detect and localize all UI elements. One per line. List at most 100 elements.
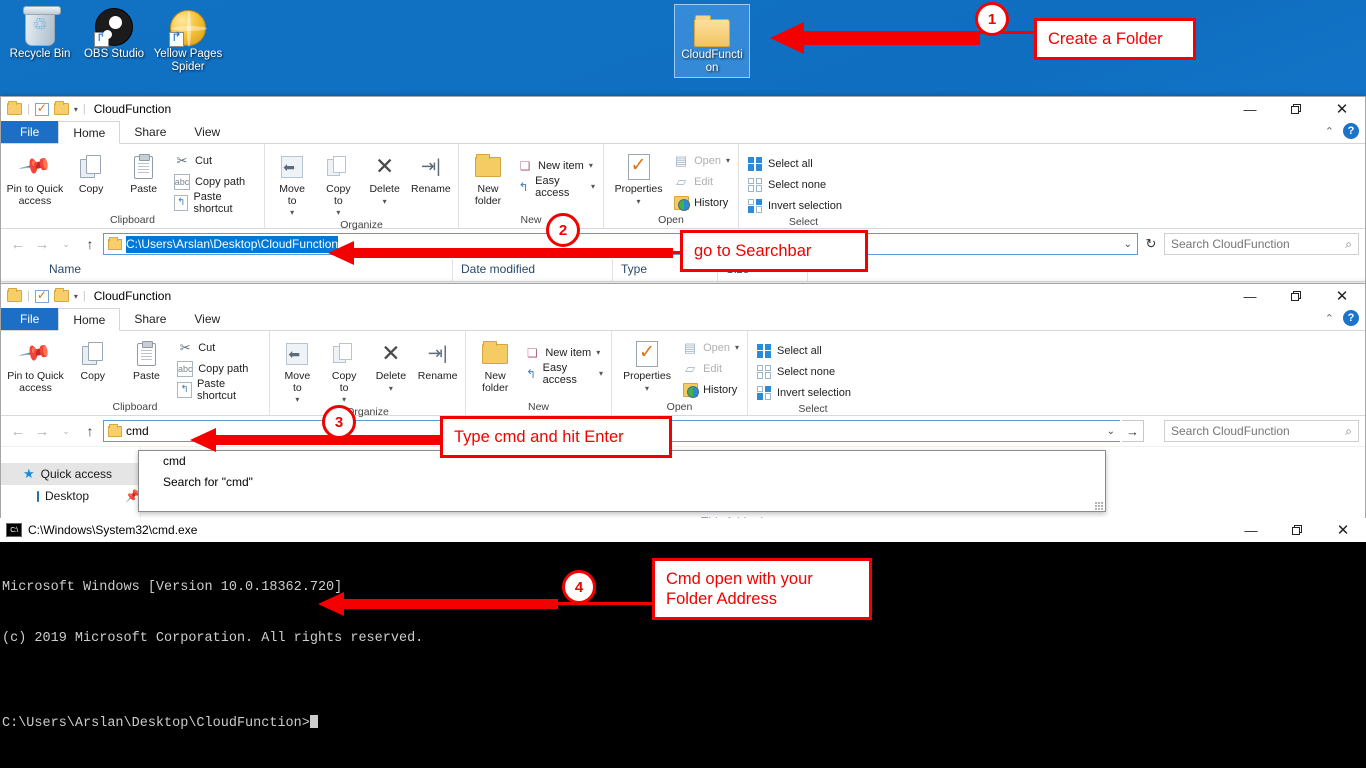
cmd-titlebar[interactable]: C:\ C:\Windows\System32\cmd.exe — ✕	[0, 518, 1366, 542]
chevron-down-icon[interactable]: ▾	[362, 196, 408, 208]
rename-button[interactable]: ⇥| Rename	[408, 147, 454, 196]
navpane-item-desktop[interactable]: Desktop 📌	[1, 485, 140, 507]
tab-view[interactable]: View	[180, 121, 234, 143]
chevron-down-icon[interactable]: ▾	[726, 156, 730, 165]
chevron-down-icon[interactable]: ▾	[74, 292, 78, 301]
recent-locations-button[interactable]: ⌄	[55, 239, 77, 250]
chevron-down-icon[interactable]: ▾	[591, 182, 595, 191]
edit-button[interactable]: ▱ Edit	[669, 171, 734, 192]
collapse-ribbon-icon[interactable]: ⌃	[1325, 312, 1334, 325]
paste-button[interactable]: Paste	[117, 147, 170, 196]
easy-access-button[interactable]: ↰ Easy access ▾	[513, 175, 599, 199]
chevron-down-icon[interactable]: ▾	[368, 383, 415, 395]
minimize-button[interactable]: —	[1227, 284, 1273, 308]
properties-icon[interactable]	[34, 101, 49, 116]
quick-access-toolbar[interactable]: | ▾ |	[7, 288, 86, 303]
recent-locations-button[interactable]: ⌄	[55, 426, 77, 437]
address-autocomplete-dropdown[interactable]: cmd Search for "cmd"	[138, 450, 1106, 512]
close-button[interactable]: ✕	[1319, 97, 1365, 121]
select-all-button[interactable]: Select all	[743, 153, 846, 174]
desktop-icon-yellow-pages-spider[interactable]: Yellow Pages Spider	[150, 4, 226, 74]
go-button[interactable]: →	[1122, 420, 1144, 442]
properties-icon[interactable]	[34, 288, 49, 303]
window1-titlebar[interactable]: | ▾ | CloudFunction — ✕	[1, 97, 1365, 121]
new-folder-icon[interactable]	[53, 288, 69, 302]
desktop-icon-obs-studio[interactable]: OBS Studio	[76, 4, 152, 61]
new-folder-icon[interactable]	[53, 101, 69, 115]
back-button[interactable]: ←	[7, 423, 29, 440]
delete-button[interactable]: ✕ Delete ▾	[368, 334, 415, 394]
chevron-down-icon[interactable]: ▾	[616, 383, 678, 395]
move-to-button[interactable]: ⬅ Move to ▾	[274, 334, 321, 406]
navpane-item-quick-access[interactable]: ★ Quick access	[1, 463, 140, 485]
pin-to-quick-access-button[interactable]: 📌 Pin to Quick access	[5, 147, 65, 207]
pin-to-quick-access-button[interactable]: 📌 Pin to Quick access	[5, 334, 66, 394]
copy-path-button[interactable]: abc Copy path	[173, 358, 265, 379]
select-none-button[interactable]: Select none	[752, 361, 855, 382]
properties-button[interactable]: Properties ▾	[608, 147, 669, 207]
move-to-button[interactable]: ⬅ Move to ▾	[269, 147, 315, 219]
minimize-button[interactable]: —	[1228, 518, 1274, 542]
autocomplete-item-search-for[interactable]: Search for "cmd"	[139, 472, 1105, 493]
minimize-button[interactable]: —	[1227, 97, 1273, 121]
refresh-button[interactable]: ↻	[1140, 236, 1162, 252]
chevron-down-icon[interactable]: ▾	[589, 161, 593, 170]
desktop-folder-cloudfunction[interactable]: CloudFuncti on	[674, 4, 750, 78]
search-input[interactable]: Search CloudFunction ⌕	[1164, 233, 1359, 255]
desktop-icon-recycle-bin[interactable]: Recycle Bin	[2, 4, 78, 61]
resize-grip[interactable]	[1095, 502, 1103, 510]
help-icon[interactable]: ?	[1343, 123, 1359, 139]
chevron-down-icon[interactable]: ▾	[599, 369, 603, 378]
delete-button[interactable]: ✕ Delete ▾	[362, 147, 408, 207]
copy-path-button[interactable]: abc Copy path	[170, 171, 260, 192]
paste-button[interactable]: Paste	[120, 334, 174, 383]
open-button[interactable]: ▤ Open ▾	[678, 337, 743, 358]
copy-button[interactable]: Copy	[65, 147, 118, 196]
chevron-down-icon[interactable]: ▾	[269, 207, 315, 219]
tab-view[interactable]: View	[180, 308, 234, 330]
chevron-down-icon[interactable]: ▾	[74, 105, 78, 114]
forward-button[interactable]: →	[31, 423, 53, 440]
copy-to-button[interactable]: Copy to ▾	[315, 147, 361, 219]
paste-shortcut-button[interactable]: ↰ Paste shortcut	[173, 378, 265, 402]
back-button[interactable]: ←	[7, 236, 29, 253]
edit-button[interactable]: ▱ Edit	[678, 358, 743, 379]
paste-shortcut-button[interactable]: ↰ Paste shortcut	[170, 191, 260, 215]
chevron-down-icon[interactable]: ▾	[735, 343, 739, 352]
select-all-button[interactable]: Select all	[752, 340, 855, 361]
new-item-button[interactable]: ❏ New item ▾	[513, 155, 599, 176]
new-folder-button[interactable]: New folder	[463, 147, 513, 207]
tab-file[interactable]: File	[1, 308, 59, 330]
easy-access-button[interactable]: ↰ Easy access ▾	[520, 362, 607, 386]
restore-button[interactable]	[1274, 518, 1320, 542]
tab-home[interactable]: Home	[58, 308, 121, 331]
tab-share[interactable]: Share	[120, 308, 180, 330]
tab-home[interactable]: Home	[58, 121, 121, 144]
rename-button[interactable]: ⇥| Rename	[414, 334, 461, 383]
select-none-button[interactable]: Select none	[743, 174, 846, 195]
restore-button[interactable]	[1273, 284, 1319, 308]
quick-access-toolbar[interactable]: | ▾ |	[7, 101, 86, 116]
new-item-button[interactable]: ❏ New item ▾	[520, 342, 607, 363]
close-button[interactable]: ✕	[1320, 518, 1366, 542]
properties-button[interactable]: Properties ▾	[616, 334, 678, 394]
window2-titlebar[interactable]: | ▾ | CloudFunction — ✕	[1, 284, 1365, 308]
new-folder-button[interactable]: New folder	[470, 334, 520, 394]
chevron-down-icon[interactable]: ⌄	[1124, 239, 1132, 250]
chevron-down-icon[interactable]: ▾	[274, 394, 321, 406]
collapse-ribbon-icon[interactable]: ⌃	[1325, 125, 1334, 138]
forward-button[interactable]: →	[31, 236, 53, 253]
tab-share[interactable]: Share	[120, 121, 180, 143]
up-button[interactable]: ↑	[79, 236, 101, 252]
chevron-down-icon[interactable]: ▾	[596, 348, 600, 357]
up-button[interactable]: ↑	[79, 423, 101, 439]
search-input[interactable]: Search CloudFunction ⌕	[1164, 420, 1359, 442]
copy-button[interactable]: Copy	[66, 334, 120, 383]
history-button[interactable]: History	[669, 192, 734, 213]
copy-to-button[interactable]: Copy to ▾	[321, 334, 368, 406]
chevron-down-icon[interactable]: ▾	[315, 207, 361, 219]
open-button[interactable]: ▤ Open ▾	[669, 150, 734, 171]
invert-selection-button[interactable]: Invert selection	[743, 195, 846, 216]
chevron-down-icon[interactable]: ⌄	[1107, 426, 1115, 437]
close-button[interactable]: ✕	[1319, 284, 1365, 308]
